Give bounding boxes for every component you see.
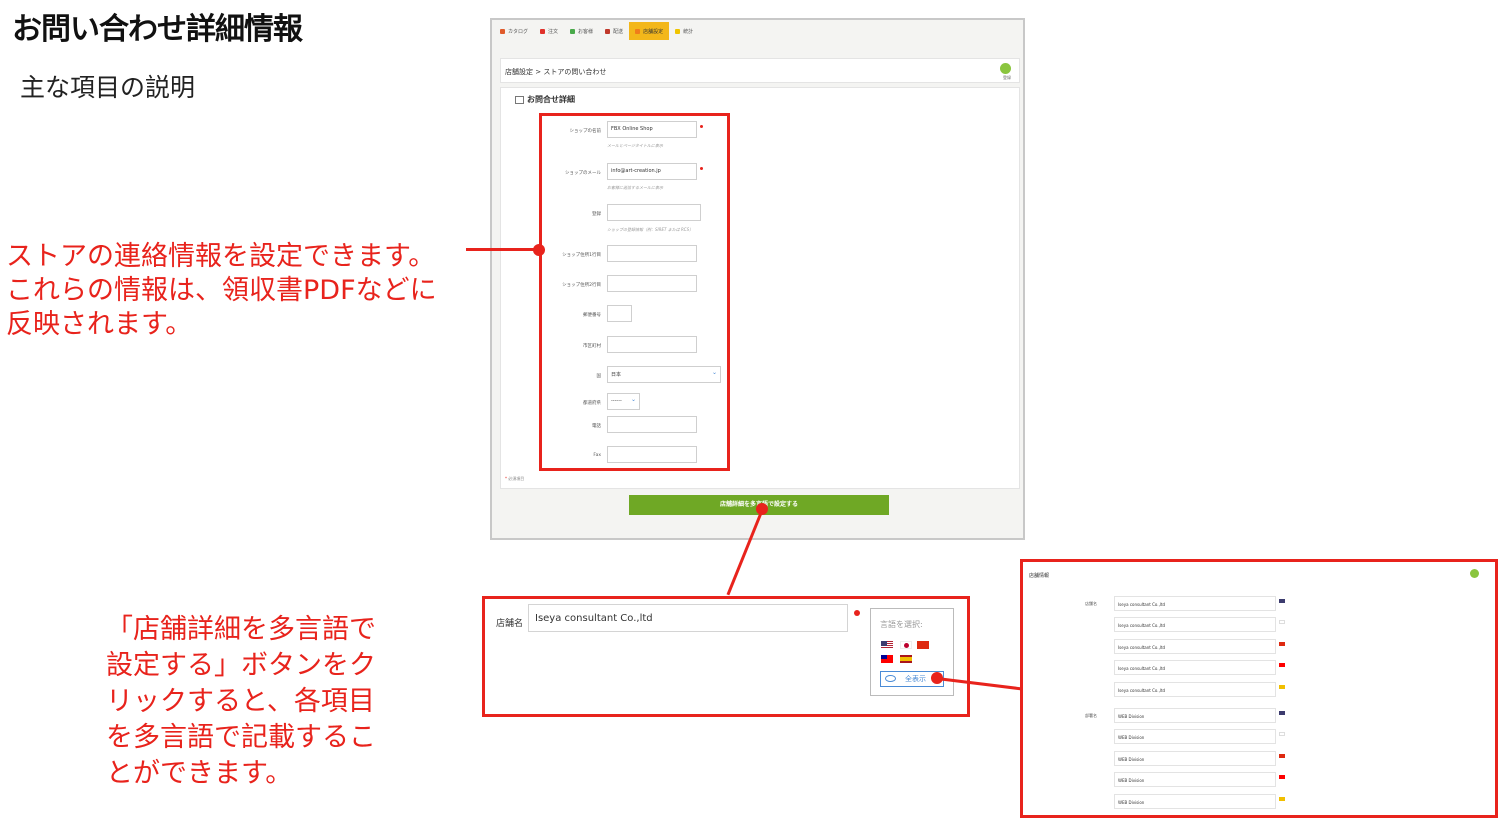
tab-shipping[interactable]: 配送 [599, 22, 629, 40]
shipping-icon [605, 28, 611, 34]
multilang-note-line: とができます。 [106, 758, 293, 789]
connector-dot [533, 244, 545, 256]
section-title: お問合せ詳細 [515, 94, 575, 105]
contact-note-line: 反映されます。 [6, 309, 193, 340]
tab-label: 配送 [613, 28, 624, 35]
fields-highlight [539, 113, 730, 471]
page-title: お問い合わせ詳細情報 [12, 12, 303, 47]
connector-dot [756, 503, 768, 515]
save-icon[interactable] [1000, 63, 1011, 74]
breadcrumb[interactable]: 店舗設定 > ストアの問い合わせ [505, 67, 606, 77]
settings-icon [635, 28, 641, 34]
multilang-note-line: を多言語で記載するこ [106, 722, 376, 753]
tab-label: お客様 [578, 28, 594, 35]
tab-catalog[interactable]: カタログ [494, 22, 534, 40]
customers-icon [570, 28, 576, 34]
required-note-text: 必須項目 [508, 476, 525, 481]
required-note: * 必須項目 [505, 476, 525, 481]
multilang-note-line: 設定する」ボタンをク [106, 650, 376, 681]
tab-label: 注文 [548, 28, 559, 35]
breadcrumb-bar: 店舗設定 > ストアの問い合わせ 登録 [500, 58, 1020, 83]
tab-customers[interactable]: お客様 [564, 22, 599, 40]
multilang-highlight [1020, 559, 1498, 818]
contact-note: ストアの連絡情報を設定できます。 これらの情報は、領収書PDFなどに 反映されま… [6, 240, 437, 342]
tab-label: 店舗設定 [643, 28, 664, 35]
tab-shop-settings[interactable]: 店舗設定 [629, 22, 670, 40]
multilang-note-line: 「店舗詳細を多言語で [106, 614, 376, 645]
multilang-note-line: リックすると、各項目 [106, 686, 375, 717]
zoom-highlight [482, 596, 970, 717]
calendar-icon [515, 95, 524, 104]
multilang-note: 「店舗詳細を多言語で 設定する」ボタンをク リックすると、各項目 を多言語で記載… [106, 612, 376, 792]
connector-line [466, 248, 540, 251]
contact-note-line: ストアの連絡情報を設定できます。 [6, 241, 436, 272]
top-tabs: カタログ 注文 お客様 配送 店舗設定 統計 [494, 22, 699, 40]
orders-icon [540, 28, 546, 34]
contact-note-line: これらの情報は、領収書PDFなどに [6, 275, 437, 306]
stats-icon [675, 28, 681, 34]
save-label[interactable]: 登録 [1003, 75, 1011, 81]
tab-label: カタログ [508, 28, 529, 35]
section-title-text: お問合せ詳細 [527, 95, 575, 104]
catalog-icon [500, 28, 505, 34]
connector-dot [931, 672, 943, 684]
page-subtitle: 主な項目の説明 [20, 73, 196, 102]
tab-orders[interactable]: 注文 [534, 22, 564, 40]
tab-label: 統計 [683, 28, 694, 35]
tab-stats[interactable]: 統計 [669, 22, 699, 40]
